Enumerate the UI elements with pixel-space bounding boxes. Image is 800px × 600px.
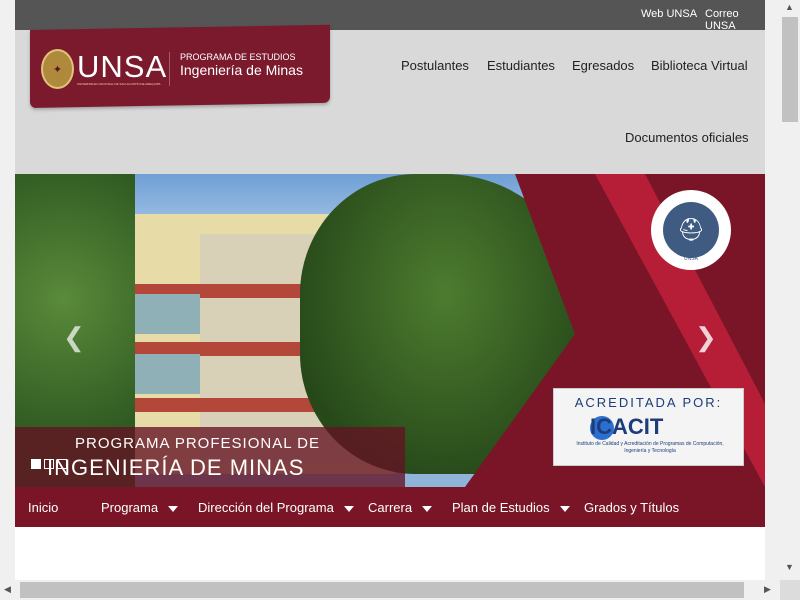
secondary-nav: Inicio Programa Dirección del Programa C…: [15, 487, 765, 527]
nav-grados-titulos[interactable]: Grados y Títulos: [584, 500, 679, 515]
brand-block[interactable]: ✦ UNSA UNIVERSIDAD NACIONAL DE SAN AGUST…: [30, 24, 330, 108]
caret-down-icon: [422, 505, 433, 512]
program-name: Ingeniería de Minas: [180, 62, 303, 78]
top-bar: Web UNSA Correo UNSA: [15, 0, 765, 32]
web-unsa-link[interactable]: Web UNSA: [641, 8, 697, 20]
slide-indicators: [31, 456, 70, 474]
nav-inicio[interactable]: Inicio: [28, 500, 58, 515]
caret-down-icon: [559, 505, 570, 512]
emblem-label: UNSA: [684, 256, 698, 262]
nav-egresados[interactable]: Egresados: [572, 58, 634, 73]
nav-direccion-programa[interactable]: Dirección del Programa: [198, 500, 354, 515]
caret-down-icon: [343, 505, 354, 512]
program-label: PROGRAMA DE ESTUDIOS: [180, 52, 296, 62]
accreditation-desc: Instituto de Calidad y Acreditación de P…: [576, 441, 724, 454]
school-emblem-icon: ⛑ UNSA: [651, 190, 731, 270]
nav-plan-estudios[interactable]: Plan de Estudios: [452, 500, 570, 515]
nav-inicio-label: Inicio: [28, 500, 59, 515]
slide-dot[interactable]: [57, 459, 67, 469]
nav-documentos-oficiales[interactable]: Documentos oficiales: [625, 130, 749, 145]
page: Web UNSA Correo UNSA ✦ UNSA UNIVERSIDAD …: [15, 0, 765, 580]
slide-dot[interactable]: [31, 459, 41, 469]
nav-direccion-label: Dirección del Programa: [198, 500, 334, 515]
scroll-up-icon[interactable]: ▲: [785, 2, 794, 12]
accreditation-org: ICACIT: [590, 414, 664, 439]
scrollbar-corner: [780, 580, 800, 600]
vertical-scrollbar[interactable]: ▲ ▼: [780, 0, 800, 580]
hero-banner: PROGRAMA PROFESIONAL DE INGENIERÍA DE MI…: [15, 427, 405, 487]
banner-line2: INGENIERÍA DE MINAS: [47, 455, 305, 480]
nav-biblioteca-virtual[interactable]: Biblioteca Virtual: [651, 58, 748, 73]
nav-estudiantes[interactable]: Estudiantes: [487, 58, 555, 73]
brand-divider: [169, 52, 170, 86]
vertical-scroll-thumb[interactable]: [782, 17, 798, 122]
accreditation-card: ACREDITADA POR: ICACIT Instituto de Cali…: [553, 388, 744, 466]
nav-carrera-label: Carrera: [368, 500, 413, 515]
hero-slider[interactable]: ⛑ UNSA ACREDITADA POR: ICACIT Instituto …: [15, 174, 765, 487]
nav-grados-label: Grados y Títulos: [584, 500, 680, 515]
university-seal-icon: ✦: [41, 49, 74, 89]
slide-dot[interactable]: [44, 459, 54, 469]
horizontal-scroll-thumb[interactable]: [20, 582, 744, 598]
caret-down-icon: [168, 505, 179, 512]
scroll-left-icon[interactable]: ◀: [4, 584, 11, 595]
unsa-logo-text: UNSA: [77, 49, 168, 84]
nav-postulantes[interactable]: Postulantes: [401, 58, 469, 73]
site-header: ✦ UNSA UNIVERSIDAD NACIONAL DE SAN AGUST…: [15, 24, 765, 174]
chevron-left-icon[interactable]: ❮: [63, 322, 85, 353]
correo-unsa-link[interactable]: Correo UNSA: [705, 8, 765, 32]
nav-programa[interactable]: Programa: [101, 500, 179, 515]
nav-plan-label: Plan de Estudios: [452, 500, 550, 515]
nav-carrera[interactable]: Carrera: [368, 500, 433, 515]
banner-line1: PROGRAMA PROFESIONAL DE: [75, 435, 320, 452]
nav-programa-label: Programa: [101, 500, 159, 515]
chevron-right-icon[interactable]: ❯: [695, 322, 717, 353]
university-full-name: UNIVERSIDAD NACIONAL DE SAN AGUSTÍN DE A…: [77, 82, 161, 86]
scroll-down-icon[interactable]: ▼: [785, 562, 794, 572]
accreditation-title: ACREDITADA POR:: [574, 395, 723, 410]
scroll-right-icon[interactable]: ▶: [764, 584, 771, 595]
horizontal-scrollbar[interactable]: ◀ ▶: [0, 580, 780, 600]
